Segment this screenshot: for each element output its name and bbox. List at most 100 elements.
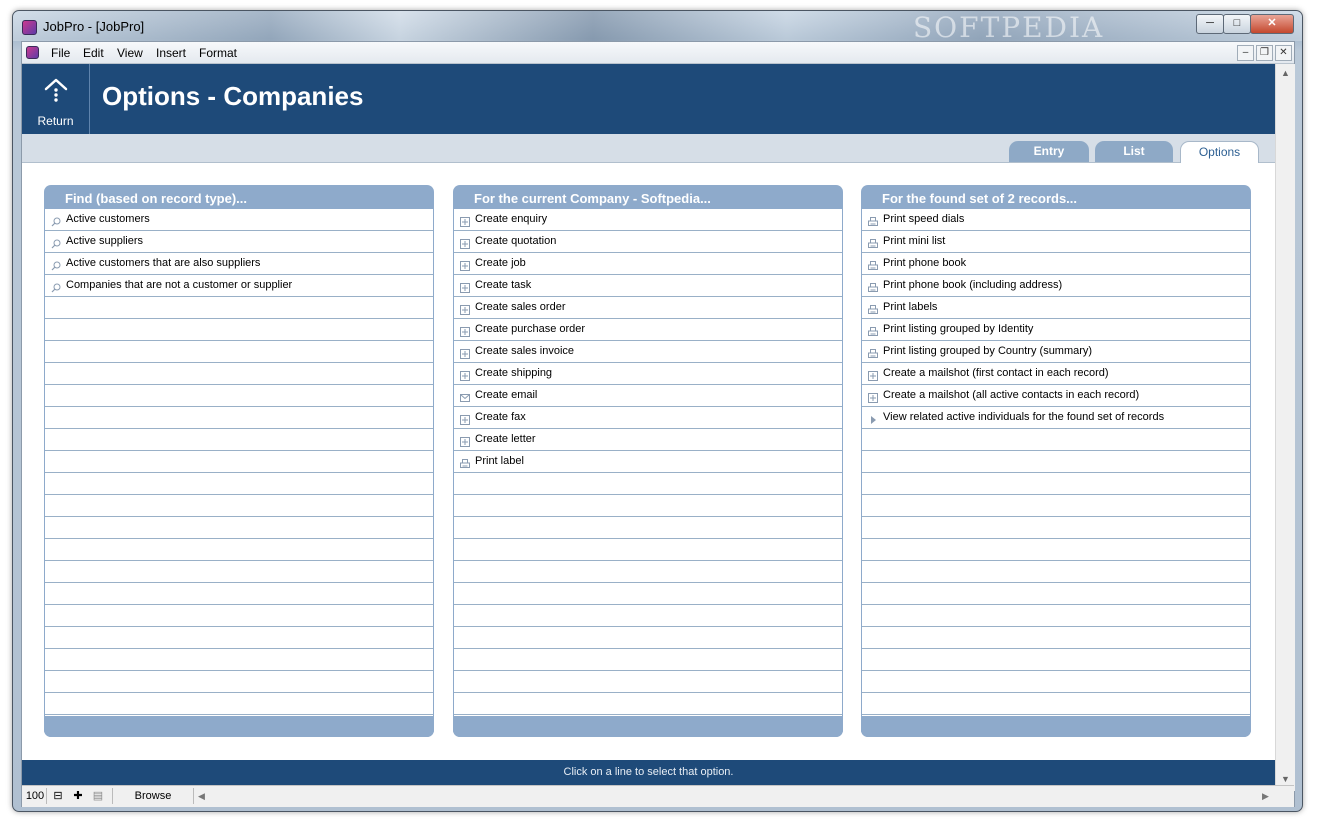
option-label: Create quotation bbox=[475, 235, 557, 247]
plus-box-icon bbox=[460, 324, 470, 337]
scroll-down-icon[interactable]: ▼ bbox=[1281, 774, 1290, 784]
minimize-button[interactable]: ─ bbox=[1196, 14, 1224, 34]
empty-row bbox=[45, 319, 433, 341]
option-row[interactable]: Create fax bbox=[454, 407, 842, 429]
tab-list[interactable]: List bbox=[1095, 141, 1173, 162]
return-arrow-icon bbox=[44, 78, 68, 102]
client-area: File Edit View Insert Format – ❐ ✕ Retur… bbox=[21, 41, 1295, 807]
option-row[interactable]: Print listing grouped by Identity bbox=[862, 319, 1250, 341]
empty-row bbox=[45, 385, 433, 407]
printer-icon bbox=[868, 258, 878, 270]
scroll-left-icon[interactable]: ◀ bbox=[198, 788, 205, 804]
app-icon bbox=[22, 20, 37, 35]
option-row[interactable]: Create task bbox=[454, 275, 842, 297]
option-label: Create task bbox=[475, 279, 532, 291]
title-bar[interactable]: JobPro - [JobPro] SOFTPEDIA ─ □ ✕ bbox=[13, 11, 1302, 44]
option-label: Active customers bbox=[66, 213, 150, 225]
maximize-button[interactable]: □ bbox=[1223, 14, 1251, 34]
option-row[interactable]: Active suppliers bbox=[45, 231, 433, 253]
option-row[interactable]: Create letter bbox=[454, 429, 842, 451]
empty-row bbox=[454, 583, 842, 605]
empty-row bbox=[862, 583, 1250, 605]
mdi-close-button[interactable]: ✕ bbox=[1275, 45, 1292, 61]
option-row[interactable]: Create sales invoice bbox=[454, 341, 842, 363]
empty-row bbox=[45, 363, 433, 385]
option-row[interactable]: Create shipping bbox=[454, 363, 842, 385]
close-icon: ✕ bbox=[1267, 17, 1277, 29]
option-row[interactable]: Print label bbox=[454, 451, 842, 473]
menu-insert[interactable]: Insert bbox=[156, 46, 186, 60]
option-row[interactable]: Create job bbox=[454, 253, 842, 275]
option-row[interactable]: Create email bbox=[454, 385, 842, 407]
options-panel-2: For the current Company - Softpedia... Cr… bbox=[453, 185, 843, 737]
zoom-level[interactable]: 100 bbox=[24, 788, 47, 804]
option-row[interactable]: Active customers that are also suppliers bbox=[45, 253, 433, 275]
option-label: Create email bbox=[475, 389, 538, 401]
option-row[interactable]: Create a mailshot (all active contacts i… bbox=[862, 385, 1250, 407]
plus-box-icon bbox=[460, 214, 470, 227]
return-button[interactable]: Return bbox=[22, 64, 90, 134]
search-icon bbox=[51, 258, 61, 271]
empty-row bbox=[454, 517, 842, 539]
option-row[interactable]: Create a mailshot (first contact in each… bbox=[862, 363, 1250, 385]
option-label: Create sales order bbox=[475, 301, 566, 313]
options-panel-3: For the found set of 2 records... Print s… bbox=[861, 185, 1251, 737]
option-row[interactable]: Create enquiry bbox=[454, 209, 842, 231]
panel-footer bbox=[44, 716, 434, 737]
mdi-restore-button[interactable]: ❐ bbox=[1256, 45, 1273, 61]
mode-indicator[interactable]: Browse bbox=[112, 788, 194, 804]
option-label: Companies that are not a customer or sup… bbox=[66, 279, 293, 291]
option-row[interactable]: Create purchase order bbox=[454, 319, 842, 341]
option-label: Active suppliers bbox=[66, 235, 144, 247]
option-row[interactable]: Print mini list bbox=[862, 231, 1250, 253]
empty-row bbox=[45, 627, 433, 649]
option-row[interactable]: Create sales order bbox=[454, 297, 842, 319]
mdi-minimize-button[interactable]: – bbox=[1237, 45, 1254, 61]
empty-row bbox=[45, 451, 433, 473]
option-row[interactable]: Print labels bbox=[862, 297, 1250, 319]
tab-options[interactable]: Options bbox=[1180, 141, 1259, 163]
option-row[interactable]: Companies that are not a customer or sup… bbox=[45, 275, 433, 297]
panel-list: Create enquiry Create quotation Create job… bbox=[454, 209, 842, 716]
option-row[interactable]: Print phone book (including address) bbox=[862, 275, 1250, 297]
empty-row bbox=[862, 473, 1250, 495]
scroll-up-icon[interactable]: ▲ bbox=[1281, 68, 1290, 78]
option-label: Create a mailshot (first contact in each… bbox=[883, 367, 1109, 379]
empty-row bbox=[862, 671, 1250, 693]
option-label: Print speed dials bbox=[883, 213, 965, 225]
close-icon: ✕ bbox=[1279, 47, 1288, 58]
option-row[interactable]: View related active individuals for the … bbox=[862, 407, 1250, 429]
empty-row bbox=[862, 517, 1250, 539]
vertical-scrollbar[interactable]: ▲ ▼ bbox=[1275, 64, 1295, 791]
menu-edit[interactable]: Edit bbox=[83, 46, 104, 60]
plus-box-icon bbox=[460, 346, 470, 359]
option-row[interactable]: Print phone book bbox=[862, 253, 1250, 275]
option-row[interactable]: Print speed dials bbox=[862, 209, 1250, 231]
panel-title: For the found set of 2 records... bbox=[882, 191, 1078, 206]
menu-file[interactable]: File bbox=[51, 46, 70, 60]
document-icon[interactable] bbox=[26, 46, 39, 59]
option-row[interactable]: Active customers bbox=[45, 209, 433, 231]
envelope-icon bbox=[460, 390, 470, 402]
toggle-status-area-icon[interactable]: ▤ bbox=[90, 788, 106, 804]
option-row[interactable]: Print listing grouped by Country (summar… bbox=[862, 341, 1250, 363]
option-label: Create job bbox=[475, 257, 526, 269]
search-icon bbox=[51, 280, 61, 293]
menu-format[interactable]: Format bbox=[199, 46, 237, 60]
scroll-right-icon[interactable]: ▶ bbox=[1262, 788, 1269, 804]
bottom-status-bar: 100 ⊟ ✚ ▤ Browse ◀ ▶ bbox=[22, 785, 1294, 807]
maximize-icon: □ bbox=[1233, 17, 1241, 29]
search-icon bbox=[51, 236, 61, 249]
empty-row bbox=[862, 605, 1250, 627]
tab-bar: Entry List Options bbox=[22, 134, 1275, 163]
zoom-out-icon[interactable]: ⊟ bbox=[50, 788, 66, 804]
empty-row bbox=[45, 671, 433, 693]
tab-entry[interactable]: Entry bbox=[1009, 141, 1089, 162]
empty-row bbox=[454, 539, 842, 561]
close-button[interactable]: ✕ bbox=[1250, 14, 1294, 34]
zoom-in-icon[interactable]: ✚ bbox=[70, 788, 86, 804]
option-row[interactable]: Create quotation bbox=[454, 231, 842, 253]
window-title: JobPro - [JobPro] bbox=[43, 19, 145, 34]
empty-row bbox=[454, 649, 842, 671]
menu-view[interactable]: View bbox=[117, 46, 143, 60]
